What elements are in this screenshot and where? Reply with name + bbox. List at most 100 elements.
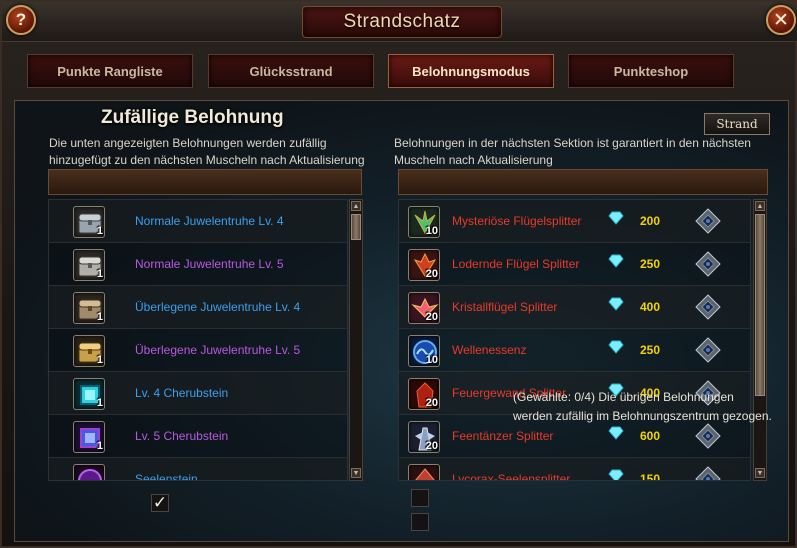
list-item: 10 Wellenessenz 250 (399, 329, 750, 372)
item-price: 150 (640, 472, 661, 481)
item-price: 600 (640, 429, 661, 443)
list-item: 20 Kristallflügel Splitter 400 (399, 286, 750, 329)
left-checkbox[interactable]: ✓ (151, 494, 169, 512)
item-name: Überlegene Juwelentruhe Lv. 4 (135, 300, 301, 314)
item-quantity: 1 (96, 397, 103, 409)
item-name: Lodernde Flügel Splitter (452, 257, 580, 271)
item-quantity: 20 (425, 268, 438, 280)
select-reward-icon[interactable] (695, 466, 721, 481)
item-name: Feentänzer Splitter (452, 429, 554, 443)
list-item: 20 Lodernde Flügel Splitter 250 (399, 243, 750, 286)
tab-belohnungsmodus[interactable]: Belohnungsmodus (388, 54, 554, 88)
scroll-down-icon[interactable]: ▼ (351, 468, 361, 478)
select-reward-icon[interactable] (695, 208, 721, 234)
item-name: Normale Juwelentruhe Lv. 5 (135, 257, 284, 271)
strandschatz-window: ? Strandschatz ✕ Punkte Rangliste Glücks… (0, 0, 797, 548)
strand-button[interactable]: Strand (704, 113, 770, 135)
scroll-thumb[interactable] (351, 214, 361, 240)
diamond-icon (608, 211, 624, 225)
list-item: 1 Überlegene Juwelentruhe Lv. 4 (49, 286, 347, 329)
guaranteed-reward-description: Belohnungen in der nächsten Sektion ist … (394, 136, 751, 167)
item-quantity: 1 (96, 440, 103, 452)
random-reward-list[interactable]: 1 Normale Juwelentruhe Lv. 4 1 Normale J… (48, 199, 348, 481)
item-name: Normale Juwelentruhe Lv. 4 (135, 214, 284, 228)
silver-chest-icon: 1 (73, 249, 105, 281)
tab-gluecksstrand[interactable]: Glücksstrand (208, 54, 374, 88)
close-button[interactable]: ✕ (766, 5, 796, 35)
item-price: 400 (640, 300, 661, 314)
select-reward-icon[interactable] (695, 251, 721, 277)
item-name: Mysteriöse Flügelsplitter (452, 214, 582, 228)
select-reward-icon[interactable] (695, 423, 721, 449)
scroll-up-icon[interactable]: ▲ (351, 201, 361, 211)
item-quantity: 10 (425, 354, 438, 366)
tab-punkteshop[interactable]: Punkteshop (568, 54, 734, 88)
right-scrollbar[interactable]: ▲ ▼ (753, 199, 767, 481)
item-quantity: 1 (96, 311, 103, 323)
soulstone-icon (73, 464, 105, 480)
item-quantity: 1 (96, 225, 103, 237)
close-icon: ✕ (773, 9, 789, 31)
list-item: 1 Lv. 4 Cherubstein (49, 372, 347, 415)
diamond-icon (608, 340, 624, 354)
window-title: Strandschatz (343, 11, 461, 32)
wing-fragment-pink-icon: 20 (408, 292, 440, 324)
list-item: 1 Überlegene Juwelentruhe Lv. 5 (49, 329, 347, 372)
title-plate: Strandschatz (302, 6, 502, 38)
list-item: 10 Mysteriöse Flügelsplitter 200 (399, 200, 750, 243)
right-list-header (398, 169, 768, 195)
list-item: 1 Lv. 5 Cherubstein (49, 415, 347, 458)
diamond-icon (608, 426, 624, 440)
random-reward-heading: Zufällige Belohnung (101, 107, 284, 128)
right-checkbox-2[interactable] (411, 513, 429, 531)
guaranteed-reward-list[interactable]: 10 Mysteriöse Flügelsplitter 200 20 Lode… (398, 199, 751, 481)
help-icon: ? (15, 10, 27, 29)
scroll-thumb[interactable] (755, 214, 765, 396)
item-name: Lv. 5 Cherubstein (135, 429, 229, 443)
fairy-dancer-fragment-icon: 20 (408, 421, 440, 453)
tab-punkte-rangliste[interactable]: Punkte Rangliste (27, 54, 193, 88)
item-quantity: 20 (425, 440, 438, 452)
scroll-down-icon[interactable]: ▼ (755, 468, 765, 478)
item-price: 250 (640, 343, 661, 357)
diamond-icon (608, 297, 624, 311)
bronze-chest-icon: 1 (73, 292, 105, 324)
fire-robe-fragment-icon: 20 (408, 378, 440, 410)
cyan-gem-icon: 1 (73, 378, 105, 410)
silver-chest-icon: 1 (73, 206, 105, 238)
title-bar: ? Strandschatz ✕ (2, 2, 797, 42)
select-reward-icon[interactable] (695, 337, 721, 363)
item-quantity: 20 (425, 397, 438, 409)
scroll-up-icon[interactable]: ▲ (755, 201, 765, 211)
diamond-icon (608, 254, 624, 268)
tab-bar: Punkte Rangliste Glücksstrand Belohnungs… (2, 52, 797, 92)
item-quantity: 1 (96, 354, 103, 366)
purple-gem-icon: 1 (73, 421, 105, 453)
item-name: Lv. 4 Cherubstein (135, 386, 229, 400)
list-item: 1 Normale Juwelentruhe Lv. 5 (49, 243, 347, 286)
list-item: 1 Normale Juwelentruhe Lv. 4 (49, 200, 347, 243)
checkmark-icon: ✓ (152, 493, 168, 512)
item-quantity: 20 (425, 311, 438, 323)
wing-fragment-green-icon: 10 (408, 206, 440, 238)
item-price: 200 (640, 214, 661, 228)
item-name: Lycorax-Seelensplitter (452, 472, 571, 481)
list-item: Seelenstein (49, 458, 347, 481)
reward-panel: Zufällige Belohnung Die unten angezeigte… (14, 100, 789, 542)
help-button[interactable]: ? (6, 5, 36, 35)
right-checkbox-1[interactable] (411, 489, 429, 507)
item-name: Kristallflügel Splitter (452, 300, 558, 314)
wave-essence-icon: 10 (408, 335, 440, 367)
select-reward-icon[interactable] (695, 294, 721, 320)
wing-fragment-red-icon: 20 (408, 249, 440, 281)
selection-note: (Gewählte: 0/4) Die übrigen Belohnungen … (513, 390, 772, 423)
list-item: Lycorax-Seelensplitter 150 (399, 458, 750, 481)
diamond-icon (608, 469, 624, 480)
item-name: Überlegene Juwelentruhe Lv. 5 (135, 343, 301, 357)
item-name: Seelenstein (135, 472, 198, 481)
item-quantity: 10 (425, 225, 438, 237)
left-scrollbar[interactable]: ▲ ▼ (349, 199, 363, 481)
left-list-header (48, 169, 362, 195)
item-quantity: 1 (96, 268, 103, 280)
lycorax-fragment-icon (408, 464, 440, 480)
